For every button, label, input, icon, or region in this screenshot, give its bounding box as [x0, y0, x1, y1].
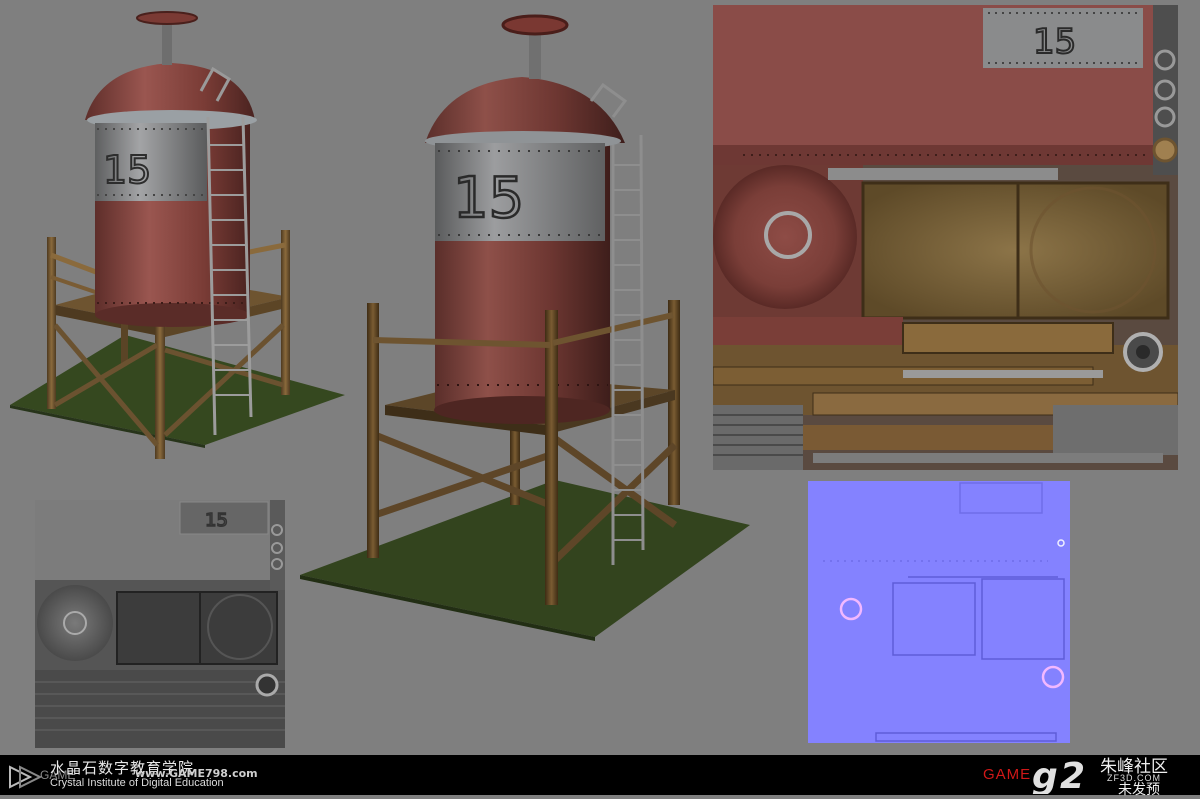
texture-tank-lid [713, 165, 857, 309]
water-tower-render-large: 15 [300, 14, 750, 641]
brand-g2-logo-icon: g 2 [1032, 756, 1085, 794]
play-logo-icon [9, 765, 43, 789]
valve-wheel-icon [136, 11, 198, 25]
texture-tank-number: 15 [1033, 22, 1076, 62]
svg-text:2: 2 [1060, 756, 1085, 794]
tank-number-small: 15 [103, 148, 151, 192]
specular-texture-map: 15 [35, 500, 285, 748]
svg-text:g: g [1032, 756, 1058, 794]
diffuse-texture-map: 15 [713, 5, 1178, 470]
tank-number-large: 15 [453, 166, 524, 231]
specular-tank-number: 15 [205, 510, 228, 531]
normal-texture-map [808, 481, 1070, 743]
institute-english-name: Crystal Institute of Digital Education [50, 777, 224, 789]
brand-game-label: GAME [983, 766, 1032, 783]
valve-wheel-icon [501, 14, 569, 36]
brand-cn-lower: 未发预 [1118, 782, 1160, 798]
